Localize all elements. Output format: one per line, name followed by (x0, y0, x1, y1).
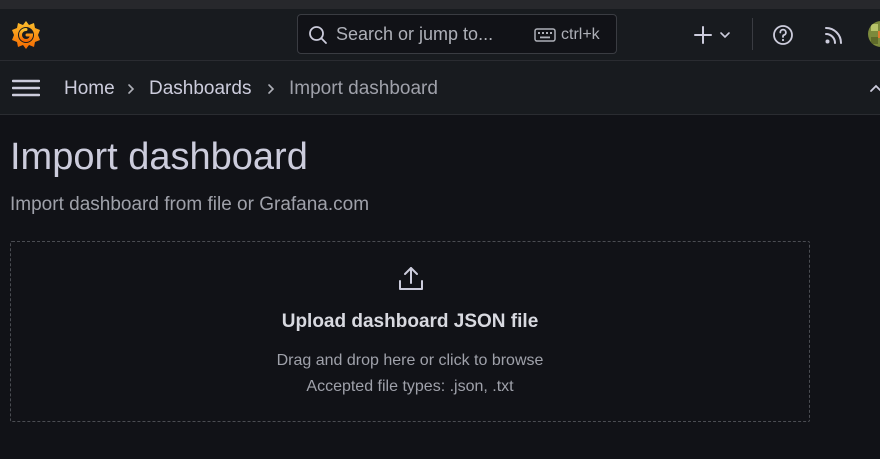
breadcrumb-home[interactable]: Home (64, 78, 115, 100)
grafana-logo[interactable] (10, 19, 42, 51)
breadcrumb-dashboards[interactable]: Dashboards (149, 78, 251, 100)
window-top-strip (0, 0, 880, 9)
chevron-right-icon (128, 84, 135, 94)
page-title: Import dashboard (10, 136, 308, 178)
upload-icon (399, 267, 423, 290)
plus-icon (694, 26, 712, 44)
page-subtitle: Import dashboard from file or Grafana.co… (10, 194, 370, 215)
chevron-right-icon (268, 84, 275, 94)
rss-icon (825, 27, 842, 44)
chevron-down-icon (720, 32, 730, 39)
upload-hint: Drag and drop here or click to browse (276, 352, 544, 369)
add-new-button[interactable] (688, 21, 736, 49)
top-bar: Search or jump to... ctrl+k (0, 9, 880, 61)
search-placeholder: Search or jump to... (336, 24, 494, 44)
toolbar-divider (752, 18, 753, 50)
search-bar[interactable]: Search or jump to... ctrl+k (297, 14, 617, 54)
avatar-image (868, 21, 880, 47)
file-upload-dropzone[interactable]: Upload dashboard JSON file Drag and drop… (10, 241, 810, 422)
search-icon (309, 26, 327, 44)
upload-title: Upload dashboard JSON file (281, 311, 539, 332)
breadcrumb-current: Import dashboard (289, 78, 438, 99)
accepted-file-types: Accepted file types: .json, .txt (306, 378, 514, 395)
user-avatar[interactable] (868, 21, 880, 47)
news-button[interactable] (820, 21, 848, 49)
help-button[interactable] (769, 21, 797, 49)
hamburger-icon[interactable] (12, 77, 40, 99)
keyboard-icon (534, 28, 556, 42)
breadcrumb-bar: Home Dashboards Import dashboard (0, 61, 880, 115)
chevron-up-icon[interactable] (868, 81, 880, 95)
search-shortcut-hint: ctrl+k (561, 26, 600, 43)
help-icon (773, 25, 793, 45)
